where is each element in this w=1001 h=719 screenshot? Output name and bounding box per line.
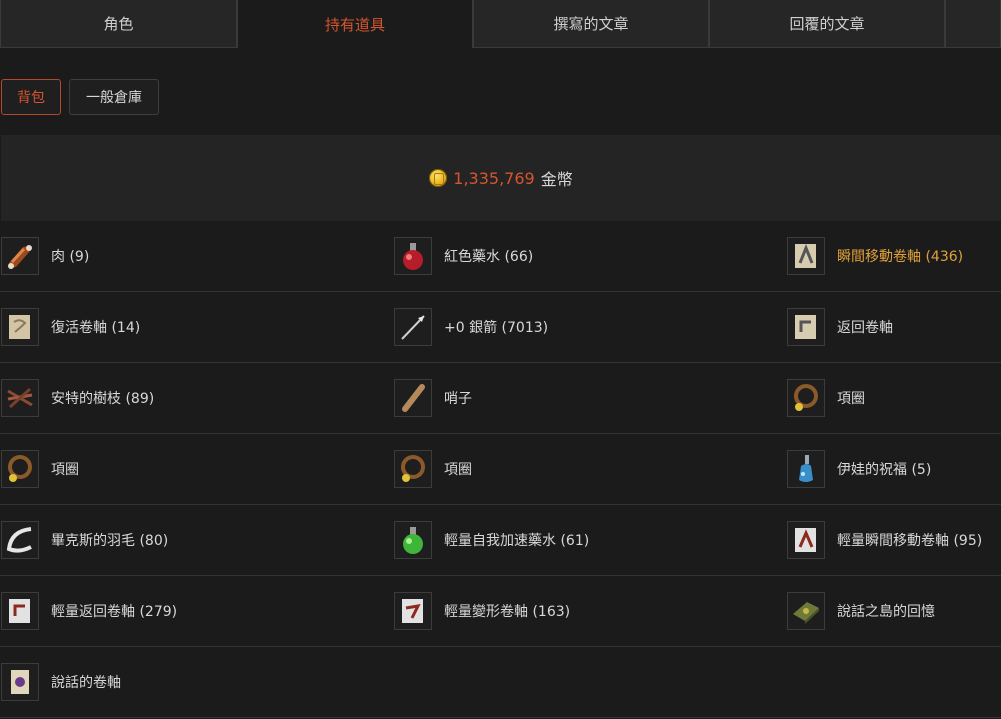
list-item[interactable]: 輕量變形卷軸 (163) — [394, 590, 570, 632]
feather-icon — [1, 521, 39, 559]
list-item[interactable]: 安特的樹枝 (89) — [1, 377, 154, 419]
meat-icon — [1, 237, 39, 275]
item-row: 安特的樹枝 (89) 哨子 項圈 — [0, 363, 1001, 434]
list-item[interactable]: 返回卷軸 — [787, 306, 893, 348]
collar-icon — [394, 450, 432, 488]
gold-amount: 1,335,769 — [453, 168, 535, 188]
item-name: 安特的樹枝 (89) — [51, 391, 155, 407]
list-item[interactable]: 紅色藥水 (66) — [394, 235, 533, 277]
item-name: 項圈 — [444, 462, 472, 478]
tab-bar: 角色 持有道具 撰寫的文章 回覆的文章 — [0, 0, 1001, 48]
list-item[interactable]: 輕量瞬間移動卷軸 (95) — [787, 519, 982, 561]
list-item[interactable]: 說話的卷軸 — [1, 661, 121, 703]
tab-inventory[interactable]: 持有道具 — [237, 0, 473, 48]
subtab-backpack[interactable]: 背包 — [1, 79, 61, 115]
list-item[interactable]: 項圈 — [787, 377, 865, 419]
item-name: +0 銀箭 (7013) — [444, 320, 549, 336]
item-row: 畢克斯的羽毛 (80) 輕量自我加速藥水 (61) 輕量瞬間移動卷軸 (95) — [0, 505, 1001, 576]
light-return-scroll-icon — [1, 592, 39, 630]
item-name: 瞬間移動卷軸 (436) — [837, 249, 964, 265]
list-item[interactable]: 畢克斯的羽毛 (80) — [1, 519, 168, 561]
collar-icon — [787, 379, 825, 417]
list-item[interactable]: 輕量自我加速藥水 (61) — [394, 519, 589, 561]
collar-icon — [1, 450, 39, 488]
item-name: 紅色藥水 (66) — [444, 249, 534, 265]
list-item[interactable]: 伊娃的祝福 (5) — [787, 448, 931, 490]
list-item[interactable]: 輕量返回卷軸 (279) — [1, 590, 177, 632]
memory-book-icon — [787, 592, 825, 630]
item-name: 哨子 — [444, 391, 472, 407]
item-name: 返回卷軸 — [837, 320, 893, 336]
tab-replied-posts[interactable]: 回覆的文章 — [709, 0, 945, 48]
talking-scroll-icon — [1, 663, 39, 701]
item-grid: 肉 (9) 紅色藥水 (66) 瞬間移動卷軸 (436) 復活卷軸 (14) +… — [0, 221, 1001, 718]
subtab-warehouse[interactable]: 一般倉庫 — [69, 79, 159, 115]
item-name: 伊娃的祝福 (5) — [837, 462, 932, 478]
gold-coin-icon — [429, 169, 448, 187]
tab-written-posts[interactable]: 撰寫的文章 — [473, 0, 709, 48]
list-item[interactable]: 瞬間移動卷軸 (436) — [787, 235, 963, 277]
list-item[interactable]: 復活卷軸 (14) — [1, 306, 140, 348]
item-row: 復活卷軸 (14) +0 銀箭 (7013) 返回卷軸 — [0, 292, 1001, 363]
list-item[interactable]: 哨子 — [394, 377, 472, 419]
item-row: 輕量返回卷軸 (279) 輕量變形卷軸 (163) 說話之島的回憶 — [0, 576, 1001, 647]
gold-summary: 1,335,769 金幣 — [1, 135, 1001, 221]
item-name: 復活卷軸 (14) — [51, 320, 141, 336]
light-teleport-scroll-icon — [787, 521, 825, 559]
item-name: 肉 (9) — [51, 249, 90, 265]
item-name: 輕量返回卷軸 (279) — [51, 604, 178, 620]
whistle-icon — [394, 379, 432, 417]
list-item[interactable]: 項圈 — [1, 448, 79, 490]
ent-branch-icon — [1, 379, 39, 417]
tab-character[interactable]: 角色 — [0, 0, 237, 48]
green-potion-icon — [394, 521, 432, 559]
item-name: 項圈 — [837, 391, 865, 407]
tab-extra[interactable] — [945, 0, 1001, 48]
gold-unit: 金幣 — [540, 170, 573, 189]
list-item[interactable]: 項圈 — [394, 448, 472, 490]
silver-arrow-icon — [394, 308, 432, 346]
item-name: 說話之島的回憶 — [837, 604, 935, 620]
item-row: 肉 (9) 紅色藥水 (66) 瞬間移動卷軸 (436) — [0, 221, 1001, 292]
item-name: 輕量瞬間移動卷軸 (95) — [837, 533, 983, 549]
list-item[interactable]: 說話之島的回憶 — [787, 590, 935, 632]
item-name: 畢克斯的羽毛 (80) — [51, 533, 169, 549]
item-name: 說話的卷軸 — [51, 675, 121, 691]
item-row: 說話的卷軸 — [0, 647, 1001, 718]
item-name: 輕量自我加速藥水 (61) — [444, 533, 590, 549]
item-name: 輕量變形卷軸 (163) — [444, 604, 571, 620]
return-scroll-icon — [787, 308, 825, 346]
blue-potion-icon — [787, 450, 825, 488]
teleport-scroll-icon — [787, 237, 825, 275]
list-item[interactable]: +0 銀箭 (7013) — [394, 306, 548, 348]
red-potion-icon — [394, 237, 432, 275]
item-row: 項圈 項圈 伊娃的祝福 (5) — [0, 434, 1001, 505]
resurrection-scroll-icon — [1, 308, 39, 346]
list-item[interactable]: 肉 (9) — [1, 235, 89, 277]
polymorph-scroll-icon — [394, 592, 432, 630]
item-name: 項圈 — [51, 462, 79, 478]
